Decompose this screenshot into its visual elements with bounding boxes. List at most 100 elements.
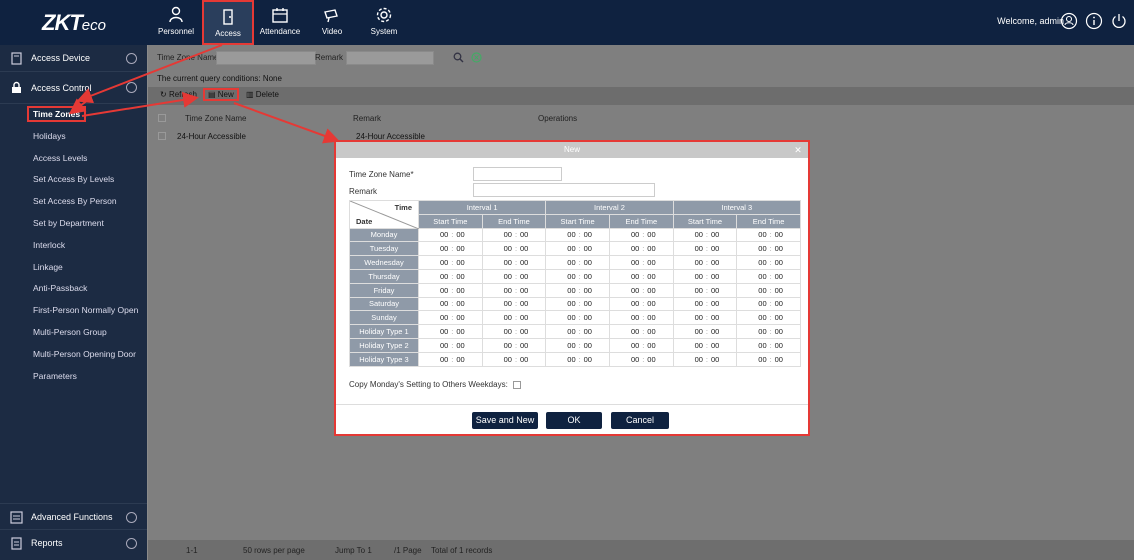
copy-monday-checkbox[interactable] [513,380,522,389]
hour-value[interactable]: 00 [749,272,766,281]
end-time-input[interactable]: 00:00 [736,296,801,312]
start-time-input[interactable]: 00:00 [418,227,483,243]
hour-value[interactable]: 00 [494,272,512,281]
hour-value[interactable]: 00 [685,258,703,267]
start-time-input[interactable]: 00:00 [672,296,738,312]
sidebar-item-linkage[interactable]: Linkage [0,257,147,279]
start-time-input[interactable]: 00:00 [672,351,738,367]
end-time-input[interactable]: 00:00 [481,255,547,270]
end-time-input[interactable]: 00:00 [608,255,674,270]
hour-value[interactable]: 00 [558,327,575,336]
expand-icon[interactable] [126,512,137,523]
hour-value[interactable]: 00 [430,230,448,239]
minute-value[interactable]: 00 [584,355,598,364]
user-profile-icon[interactable] [1060,12,1078,30]
start-time-input[interactable]: 00:00 [545,282,610,298]
hour-value[interactable]: 00 [494,286,512,295]
minute-value[interactable]: 00 [711,258,725,267]
new-button[interactable]: ▤ New [203,88,239,101]
hour-value[interactable]: 00 [749,355,766,364]
hour-value[interactable]: 00 [749,327,766,336]
end-time-input[interactable]: 00:00 [608,241,674,257]
sidebar-group-advanced[interactable]: Advanced Functions [0,503,147,530]
minute-value[interactable]: 00 [775,230,789,239]
sidebar-group-access-device[interactable]: Access Device [0,45,147,72]
nav-personnel[interactable]: Personnel [150,0,202,45]
hour-value[interactable]: 00 [430,327,448,336]
hour-value[interactable]: 00 [685,341,703,350]
end-time-input[interactable]: 00:00 [736,324,801,339]
sidebar-group-reports[interactable]: Reports [0,530,147,557]
sidebar-item-parameters[interactable]: Parameters [0,366,147,388]
start-time-input[interactable]: 00:00 [418,296,483,312]
sidebar-item-set-access-by-person[interactable]: Set Access By Person [0,191,147,213]
minute-value[interactable]: 00 [584,230,598,239]
sidebar-group-access-control[interactable]: Access Control [0,72,147,104]
sidebar-item-holidays[interactable]: Holidays [0,126,147,148]
hour-value[interactable]: 00 [430,244,448,253]
hour-value[interactable]: 00 [558,341,575,350]
refresh-button[interactable]: ↻ Refresh [160,90,197,99]
sidebar-item-set-access-by-levels[interactable]: Set Access By Levels [0,169,147,191]
end-time-input[interactable]: 00:00 [481,241,547,257]
hour-value[interactable]: 00 [494,355,512,364]
end-time-input[interactable]: 00:00 [481,296,547,312]
hour-value[interactable]: 00 [494,341,512,350]
hour-value[interactable]: 00 [685,230,703,239]
nav-video[interactable]: Video [306,0,358,45]
minute-value[interactable]: 00 [775,244,789,253]
minute-value[interactable]: 00 [456,258,470,267]
start-time-input[interactable]: 00:00 [545,268,610,284]
end-time-input[interactable]: 00:00 [481,282,547,298]
minute-value[interactable]: 00 [584,327,598,336]
hour-value[interactable]: 00 [430,272,448,281]
minute-value[interactable]: 00 [711,355,725,364]
minute-value[interactable]: 00 [456,244,470,253]
hour-value[interactable]: 00 [685,272,703,281]
minute-value[interactable]: 00 [584,341,598,350]
hour-value[interactable]: 00 [749,286,766,295]
minute-value[interactable]: 00 [456,299,470,308]
start-time-input[interactable]: 00:00 [418,282,483,298]
hour-value[interactable]: 00 [558,244,575,253]
minute-value[interactable]: 00 [520,272,534,281]
nav-attendance[interactable]: Attendance [254,0,306,45]
end-time-input[interactable]: 00:00 [736,255,801,270]
rows-per-page-select[interactable]: 50 rows per page [243,546,305,555]
collapse-icon[interactable] [126,82,137,93]
hour-value[interactable]: 00 [685,286,703,295]
nav-access[interactable]: Access [202,0,254,45]
end-time-input[interactable]: 00:00 [481,351,547,367]
start-time-input[interactable]: 00:00 [545,241,610,257]
minute-value[interactable]: 00 [711,244,725,253]
start-time-input[interactable]: 00:00 [418,324,483,339]
hour-value[interactable]: 00 [494,230,512,239]
hour-value[interactable]: 00 [621,355,639,364]
end-time-input[interactable]: 00:00 [736,310,801,326]
ok-button[interactable]: OK [546,412,602,429]
minute-value[interactable]: 00 [520,286,534,295]
hour-value[interactable]: 00 [749,299,766,308]
start-time-input[interactable]: 00:00 [672,255,738,270]
minute-value[interactable]: 00 [647,272,661,281]
minute-value[interactable]: 00 [584,244,598,253]
minute-value[interactable]: 00 [456,272,470,281]
collapse-icon[interactable] [126,53,137,64]
minute-value[interactable]: 00 [775,258,789,267]
minute-value[interactable]: 00 [520,244,534,253]
start-time-input[interactable]: 00:00 [545,324,610,339]
minute-value[interactable]: 00 [647,327,661,336]
end-time-input[interactable]: 00:00 [608,324,674,339]
end-time-input[interactable]: 00:00 [608,268,674,284]
sidebar-item-first-person-normally-open[interactable]: First-Person Normally Open [0,300,147,322]
hour-value[interactable]: 00 [494,244,512,253]
minute-value[interactable]: 00 [647,258,661,267]
minute-value[interactable]: 00 [775,272,789,281]
minute-value[interactable]: 00 [456,355,470,364]
end-time-input[interactable]: 00:00 [608,296,674,312]
minute-value[interactable]: 00 [711,286,725,295]
sidebar-item-time-zones[interactable]: Time Zones [0,104,147,126]
minute-value[interactable]: 00 [775,286,789,295]
minute-value[interactable]: 00 [775,341,789,350]
tz-name-field[interactable] [473,167,562,181]
